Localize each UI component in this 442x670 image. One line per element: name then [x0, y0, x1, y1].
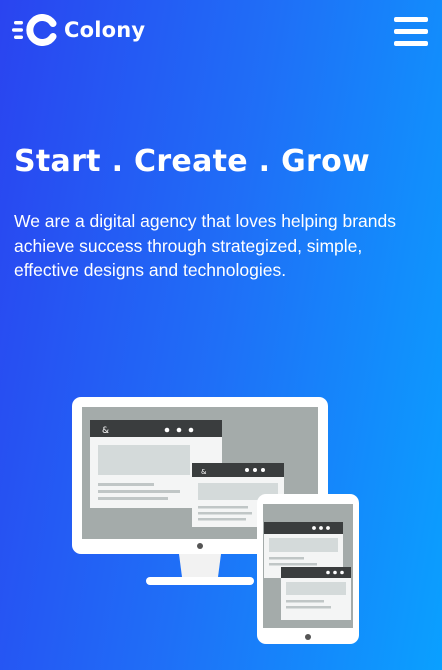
window-glyph: &	[102, 426, 109, 436]
hero-description: We are a digital agency that loves helpi…	[14, 211, 397, 280]
menu-bar	[394, 41, 428, 46]
menu-bar	[394, 17, 428, 22]
menu-bar	[394, 29, 428, 34]
speed-c-logo-icon	[12, 14, 57, 46]
window-glyph: &	[201, 468, 207, 476]
hamburger-menu-icon[interactable]	[394, 17, 428, 47]
site-header: Colony	[0, 0, 442, 64]
brand-name: Colony	[64, 18, 146, 42]
brand-logo[interactable]: Colony	[12, 14, 145, 46]
hero-title: Start . Create . Grow	[14, 144, 371, 179]
devices-illustration-icon: & &	[72, 397, 359, 644]
